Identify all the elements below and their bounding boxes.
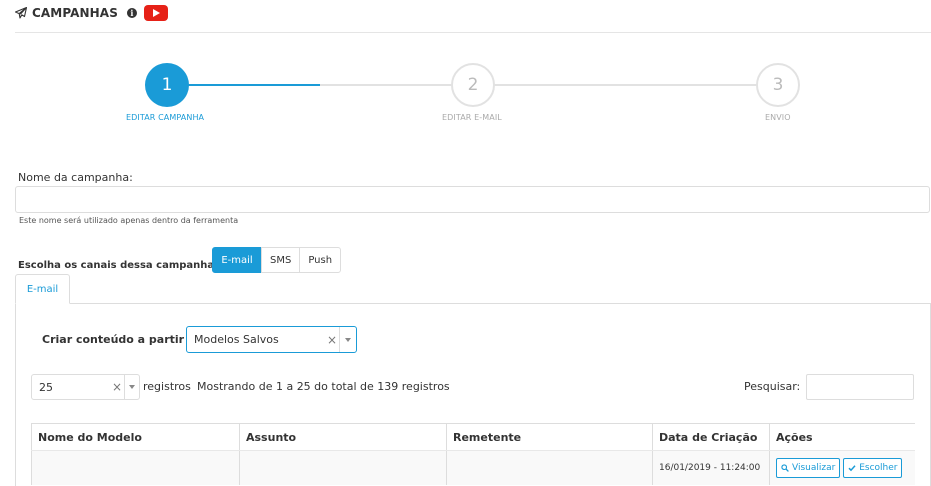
column-header-assunto[interactable]: Assunto [239,423,447,451]
campaign-name-input[interactable] [15,186,930,213]
clear-icon[interactable]: × [110,380,124,394]
page-length-select[interactable]: 25 × [31,374,140,400]
column-header-acoes: Ações [769,423,915,451]
cell-nome [31,450,240,485]
tab-email[interactable]: E-mail [15,274,70,304]
campaign-name-help: Este nome será utilizado apenas dentro d… [19,216,239,225]
channel-sms-button[interactable]: SMS [261,247,301,273]
clear-icon[interactable]: × [325,333,339,347]
step-1-circle[interactable]: 1 [145,63,189,107]
header-divider [15,32,931,33]
table-info: Mostrando de 1 a 25 do total de 139 regi… [197,380,450,393]
column-header-nome[interactable]: Nome do Modelo [31,423,240,451]
view-button[interactable]: Visualizar [776,457,841,478]
chevron-down-icon[interactable] [340,338,356,342]
content-source-select[interactable]: Modelos Salvos × [186,326,357,353]
step-3-label: ENVIO [765,113,791,122]
table-row: 16/01/2019 - 11:24:00 Visualizar Escolhe… [31,450,915,485]
step-3-number: 3 [772,75,784,95]
models-table: Nome do Modelo Assunto Remetente Data de… [31,423,915,485]
column-header-data[interactable]: Data de Criação [652,423,770,451]
channels-label: Escolha os canais dessa campanha: [18,260,219,271]
column-header-remetente[interactable]: Remetente [446,423,653,451]
search-input[interactable] [806,374,914,400]
info-icon[interactable]: i [126,8,137,18]
campaign-name-label: Nome da campanha: [18,171,133,184]
check-icon [848,465,856,472]
page-length-label: registros [143,380,191,393]
table-header-row: Nome do Modelo Assunto Remetente Data de… [31,423,915,451]
step-2-label: EDITAR E-MAIL [442,113,502,122]
page-header: CAMPANHAS i [15,4,168,22]
channel-button-group: E-mail SMS Push [212,247,342,273]
search-label: Pesquisar: [744,380,801,393]
choose-button-label: Escolher [859,462,898,473]
search-icon [781,464,789,472]
cell-data: 16/01/2019 - 11:24:00 [652,450,770,485]
step-1-label: EDITAR CAMPANHA [126,113,205,122]
step-3-circle[interactable]: 3 [756,63,800,107]
cell-assunto [239,450,447,485]
stepper-progress-line [167,84,320,86]
chevron-down-icon[interactable] [125,385,139,389]
page-length-value: 25 [39,380,53,394]
page-title: CAMPANHAS [32,6,118,20]
channel-push-button[interactable]: Push [299,247,342,273]
choose-button[interactable]: Escolher [843,457,903,478]
cell-remetente [446,450,653,485]
view-button-label: Visualizar [792,462,836,473]
paper-plane-icon [15,7,27,19]
stepper-line [320,84,778,86]
cell-acoes: Visualizar Escolher [769,450,915,485]
step-2-circle[interactable]: 2 [451,63,495,107]
content-source-label: Criar conteúdo a partir de: [42,333,208,346]
step-1-number: 1 [161,75,173,95]
youtube-icon[interactable] [143,5,168,21]
channel-email-button[interactable]: E-mail [212,247,262,273]
step-2-number: 2 [467,75,479,95]
content-source-value: Modelos Salvos [194,333,279,346]
